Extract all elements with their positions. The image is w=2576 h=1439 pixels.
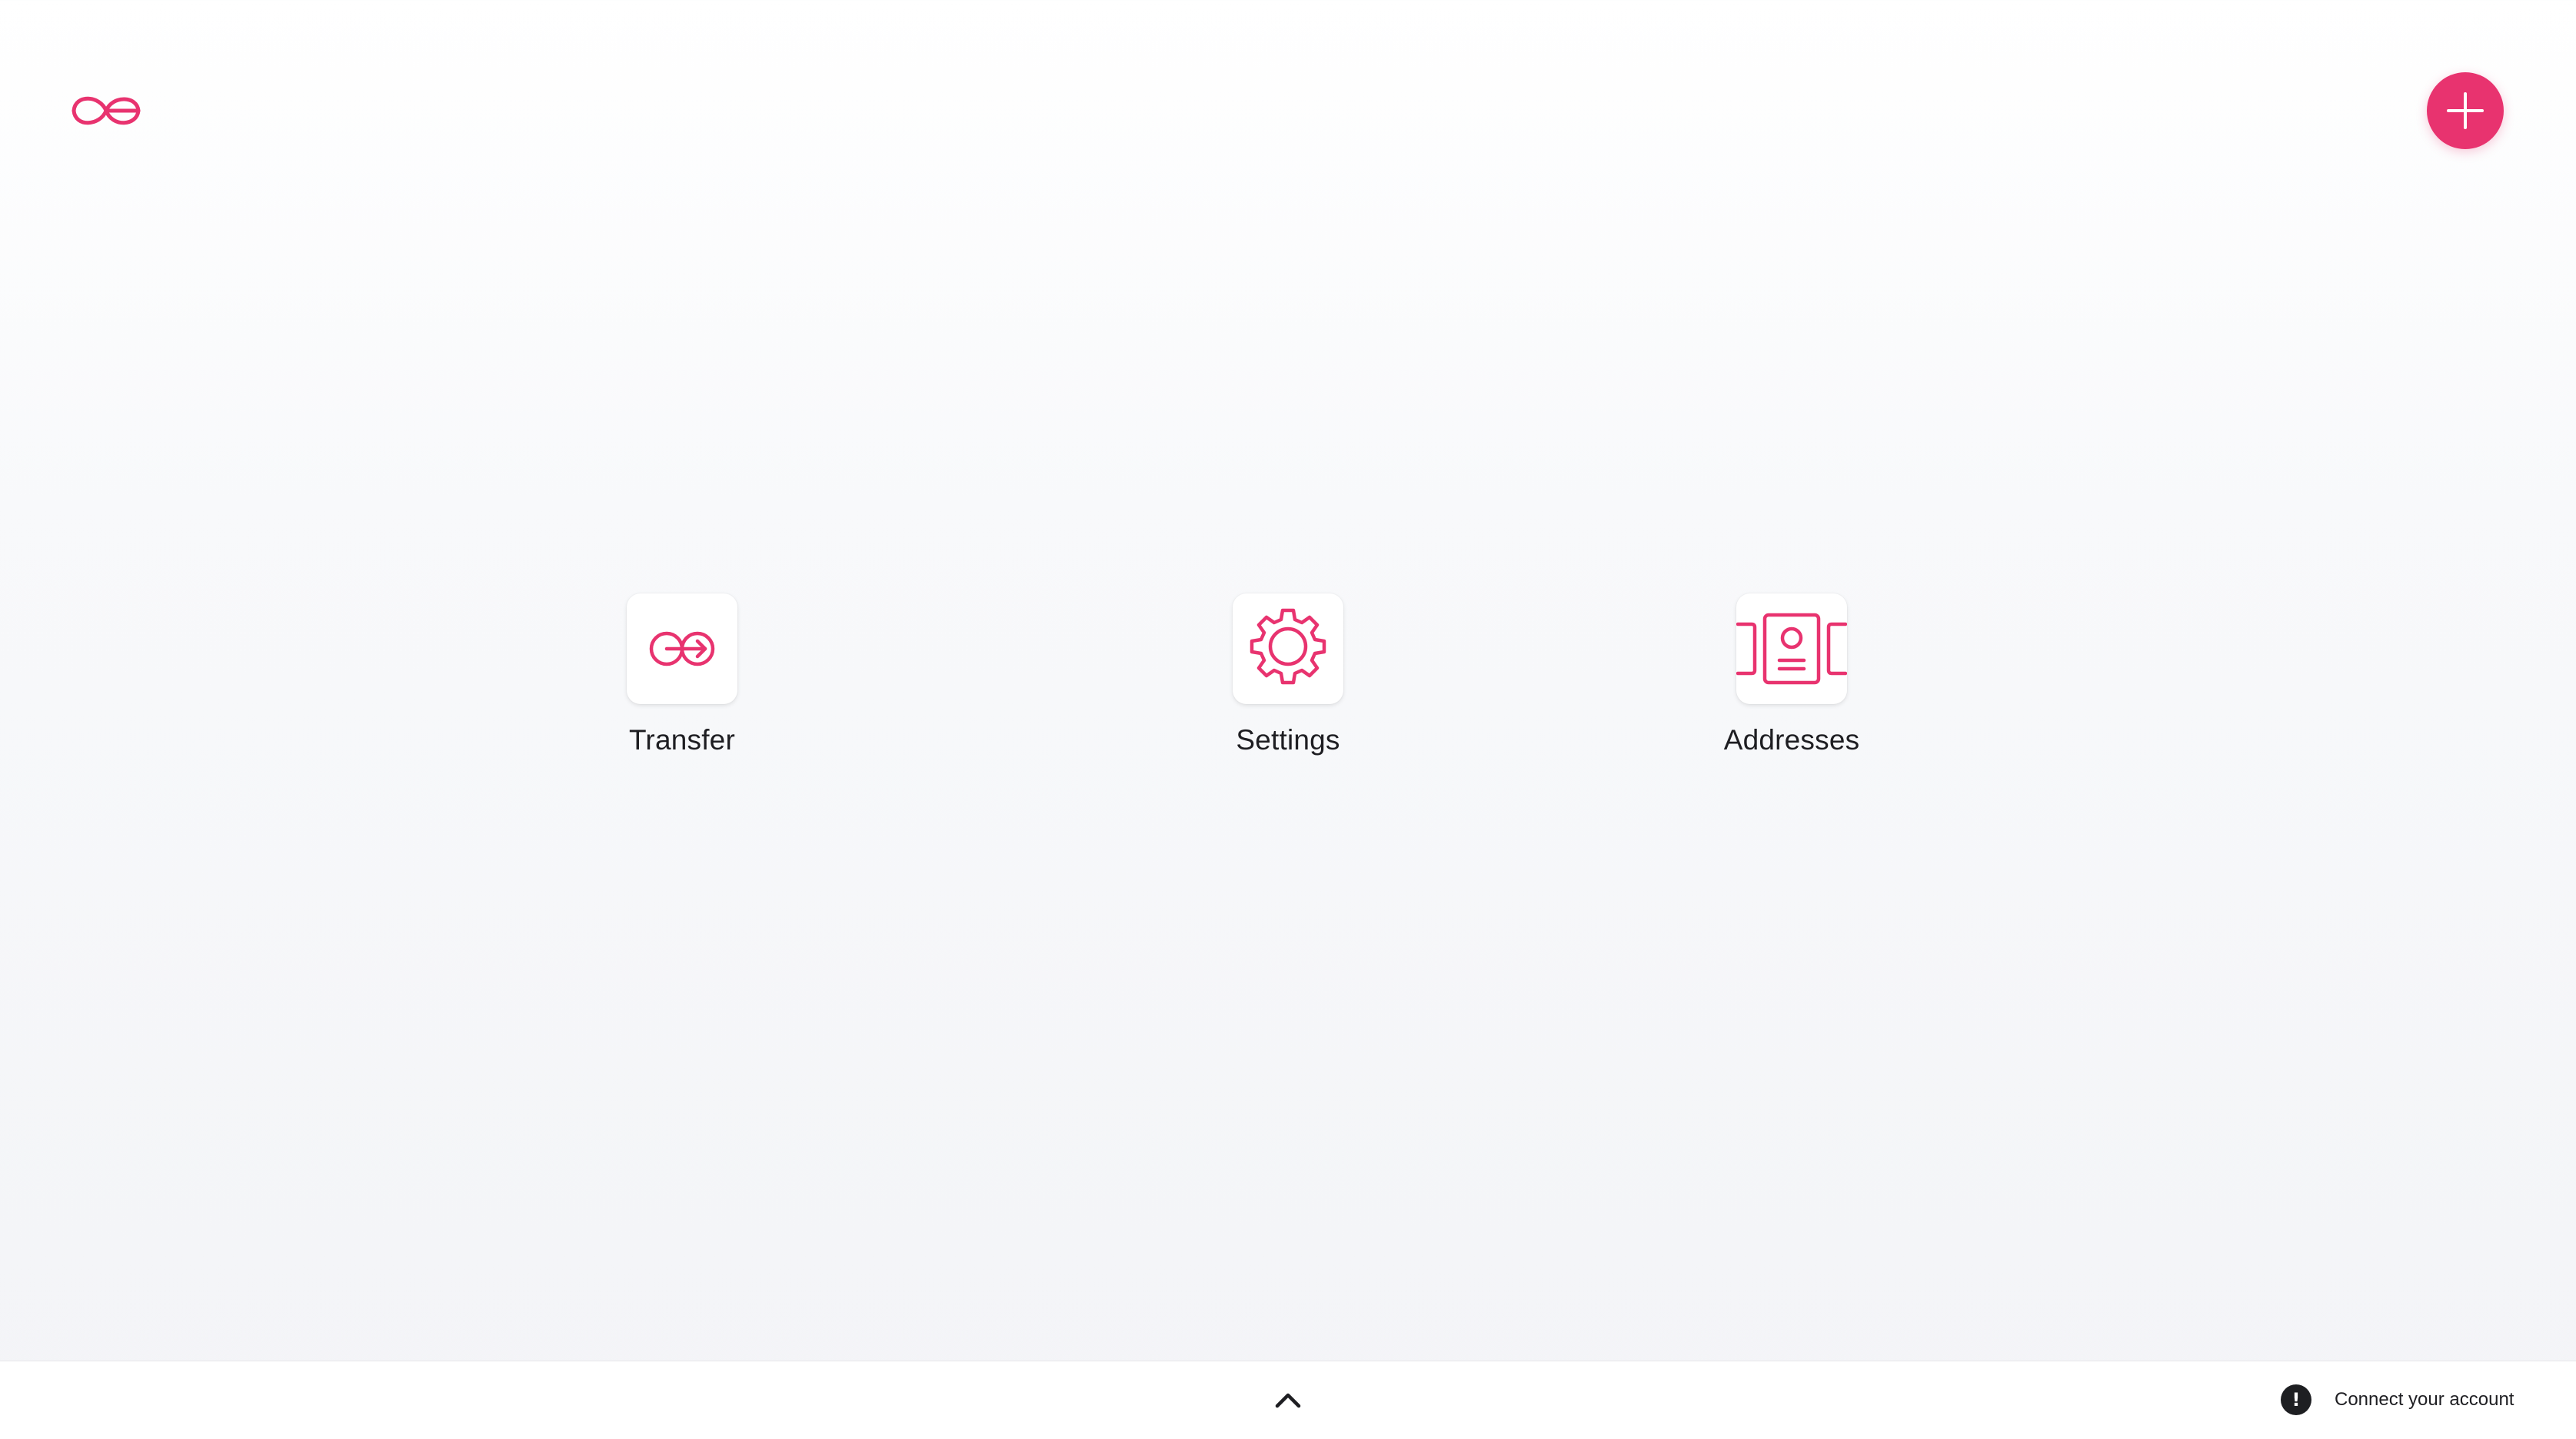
app-addresses[interactable]: Addresses: [1699, 593, 1884, 778]
connect-account-status[interactable]: ! Connect your account: [2281, 1383, 2514, 1417]
alert-icon: !: [2281, 1384, 2311, 1415]
transfer-icon: [649, 631, 715, 666]
expand-button[interactable]: [1265, 1378, 1311, 1421]
app-tile-settings[interactable]: [1233, 593, 1343, 704]
app-label-transfer: Transfer: [629, 724, 735, 756]
address-book-icon: [1736, 613, 1847, 685]
app-label-settings: Settings: [1236, 724, 1340, 756]
chevron-up-icon: [1275, 1393, 1301, 1408]
app-settings[interactable]: Settings: [1196, 593, 1380, 778]
logo-icon: [69, 86, 143, 135]
connect-account-text[interactable]: Connect your account: [2335, 1389, 2514, 1411]
app-label-addresses: Addresses: [1723, 724, 1860, 756]
plus-icon: [2447, 92, 2484, 129]
bottom-bar: ! Connect your account: [0, 1361, 2576, 1439]
app-transfer[interactable]: Transfer: [590, 593, 774, 778]
gear-icon: [1250, 608, 1326, 685]
app-tile-addresses[interactable]: [1736, 593, 1847, 704]
app-tile-transfer[interactable]: [627, 593, 737, 704]
add-button[interactable]: [2427, 72, 2504, 149]
